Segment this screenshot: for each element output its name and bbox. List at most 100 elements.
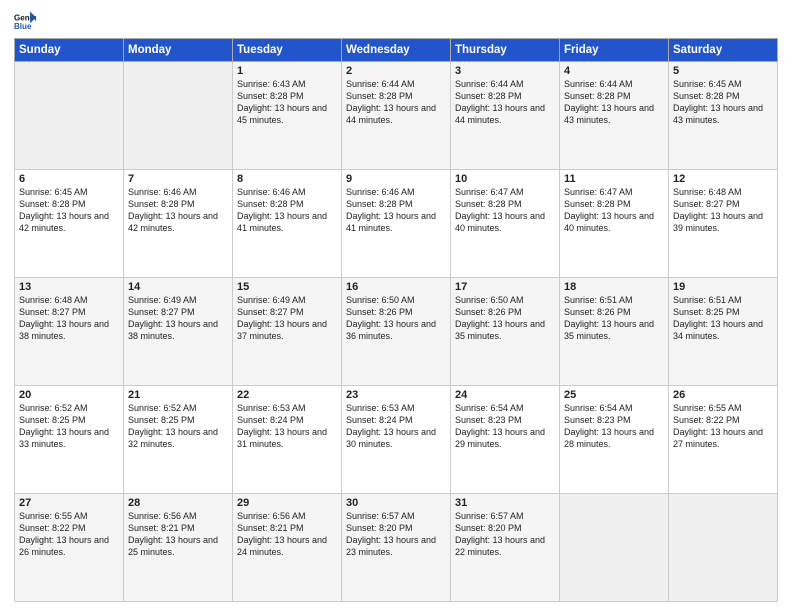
day-number: 4 [564,65,664,77]
calendar-cell: 30Sunrise: 6:57 AMSunset: 8:20 PMDayligh… [342,494,451,602]
day-of-week-header: Sunday [15,39,124,62]
day-number: 13 [19,281,119,293]
day-detail: Sunrise: 6:54 AMSunset: 8:23 PMDaylight:… [455,402,555,451]
calendar-cell: 23Sunrise: 6:53 AMSunset: 8:24 PMDayligh… [342,386,451,494]
day-detail: Sunrise: 6:49 AMSunset: 8:27 PMDaylight:… [237,294,337,343]
calendar-cell: 18Sunrise: 6:51 AMSunset: 8:26 PMDayligh… [560,278,669,386]
calendar-cell: 20Sunrise: 6:52 AMSunset: 8:25 PMDayligh… [15,386,124,494]
calendar-cell: 10Sunrise: 6:47 AMSunset: 8:28 PMDayligh… [451,170,560,278]
calendar-table: SundayMondayTuesdayWednesdayThursdayFrid… [14,38,778,602]
day-number: 17 [455,281,555,293]
calendar-cell: 4Sunrise: 6:44 AMSunset: 8:28 PMDaylight… [560,62,669,170]
day-detail: Sunrise: 6:50 AMSunset: 8:26 PMDaylight:… [346,294,446,343]
day-detail: Sunrise: 6:49 AMSunset: 8:27 PMDaylight:… [128,294,228,343]
day-number: 14 [128,281,228,293]
header: General Blue [14,10,778,32]
day-number: 6 [19,173,119,185]
day-number: 22 [237,389,337,401]
day-of-week-header: Thursday [451,39,560,62]
day-number: 26 [673,389,773,401]
day-detail: Sunrise: 6:43 AMSunset: 8:28 PMDaylight:… [237,78,337,127]
calendar-cell [124,62,233,170]
day-detail: Sunrise: 6:45 AMSunset: 8:28 PMDaylight:… [19,186,119,235]
calendar-cell [669,494,778,602]
day-detail: Sunrise: 6:51 AMSunset: 8:26 PMDaylight:… [564,294,664,343]
day-number: 23 [346,389,446,401]
calendar-cell: 19Sunrise: 6:51 AMSunset: 8:25 PMDayligh… [669,278,778,386]
calendar-cell: 17Sunrise: 6:50 AMSunset: 8:26 PMDayligh… [451,278,560,386]
calendar-cell: 3Sunrise: 6:44 AMSunset: 8:28 PMDaylight… [451,62,560,170]
calendar-cell: 21Sunrise: 6:52 AMSunset: 8:25 PMDayligh… [124,386,233,494]
day-detail: Sunrise: 6:52 AMSunset: 8:25 PMDaylight:… [128,402,228,451]
day-detail: Sunrise: 6:45 AMSunset: 8:28 PMDaylight:… [673,78,773,127]
logo: General Blue [14,10,36,32]
calendar-week-row: 13Sunrise: 6:48 AMSunset: 8:27 PMDayligh… [15,278,778,386]
day-detail: Sunrise: 6:57 AMSunset: 8:20 PMDaylight:… [346,510,446,559]
day-of-week-header: Tuesday [233,39,342,62]
day-number: 19 [673,281,773,293]
calendar-cell: 24Sunrise: 6:54 AMSunset: 8:23 PMDayligh… [451,386,560,494]
day-number: 5 [673,65,773,77]
day-of-week-header: Monday [124,39,233,62]
calendar-week-row: 1Sunrise: 6:43 AMSunset: 8:28 PMDaylight… [15,62,778,170]
calendar-cell: 25Sunrise: 6:54 AMSunset: 8:23 PMDayligh… [560,386,669,494]
calendar-cell: 14Sunrise: 6:49 AMSunset: 8:27 PMDayligh… [124,278,233,386]
calendar-cell: 2Sunrise: 6:44 AMSunset: 8:28 PMDaylight… [342,62,451,170]
calendar-cell: 1Sunrise: 6:43 AMSunset: 8:28 PMDaylight… [233,62,342,170]
day-detail: Sunrise: 6:46 AMSunset: 8:28 PMDaylight:… [237,186,337,235]
day-number: 25 [564,389,664,401]
day-of-week-header: Wednesday [342,39,451,62]
calendar-cell: 5Sunrise: 6:45 AMSunset: 8:28 PMDaylight… [669,62,778,170]
day-detail: Sunrise: 6:44 AMSunset: 8:28 PMDaylight:… [564,78,664,127]
day-detail: Sunrise: 6:55 AMSunset: 8:22 PMDaylight:… [673,402,773,451]
day-number: 12 [673,173,773,185]
calendar-cell: 29Sunrise: 6:56 AMSunset: 8:21 PMDayligh… [233,494,342,602]
day-number: 15 [237,281,337,293]
calendar-week-row: 6Sunrise: 6:45 AMSunset: 8:28 PMDaylight… [15,170,778,278]
day-number: 18 [564,281,664,293]
calendar-header-row: SundayMondayTuesdayWednesdayThursdayFrid… [15,39,778,62]
calendar-cell: 26Sunrise: 6:55 AMSunset: 8:22 PMDayligh… [669,386,778,494]
day-number: 20 [19,389,119,401]
day-detail: Sunrise: 6:47 AMSunset: 8:28 PMDaylight:… [564,186,664,235]
day-detail: Sunrise: 6:56 AMSunset: 8:21 PMDaylight:… [237,510,337,559]
day-number: 8 [237,173,337,185]
day-detail: Sunrise: 6:47 AMSunset: 8:28 PMDaylight:… [455,186,555,235]
day-number: 11 [564,173,664,185]
calendar-cell: 8Sunrise: 6:46 AMSunset: 8:28 PMDaylight… [233,170,342,278]
calendar-cell: 27Sunrise: 6:55 AMSunset: 8:22 PMDayligh… [15,494,124,602]
day-number: 16 [346,281,446,293]
day-number: 2 [346,65,446,77]
day-number: 28 [128,497,228,509]
calendar-cell: 7Sunrise: 6:46 AMSunset: 8:28 PMDaylight… [124,170,233,278]
day-number: 3 [455,65,555,77]
day-detail: Sunrise: 6:53 AMSunset: 8:24 PMDaylight:… [346,402,446,451]
calendar-cell: 31Sunrise: 6:57 AMSunset: 8:20 PMDayligh… [451,494,560,602]
day-number: 29 [237,497,337,509]
day-number: 7 [128,173,228,185]
day-number: 31 [455,497,555,509]
page: General Blue SundayMondayTuesdayWednesda… [0,0,792,612]
calendar-cell: 9Sunrise: 6:46 AMSunset: 8:28 PMDaylight… [342,170,451,278]
day-of-week-header: Friday [560,39,669,62]
calendar-cell [15,62,124,170]
svg-text:Blue: Blue [14,22,32,31]
day-number: 27 [19,497,119,509]
day-detail: Sunrise: 6:52 AMSunset: 8:25 PMDaylight:… [19,402,119,451]
day-number: 9 [346,173,446,185]
day-detail: Sunrise: 6:54 AMSunset: 8:23 PMDaylight:… [564,402,664,451]
logo-icon: General Blue [14,10,36,32]
calendar-cell: 16Sunrise: 6:50 AMSunset: 8:26 PMDayligh… [342,278,451,386]
calendar-cell: 13Sunrise: 6:48 AMSunset: 8:27 PMDayligh… [15,278,124,386]
calendar-cell: 12Sunrise: 6:48 AMSunset: 8:27 PMDayligh… [669,170,778,278]
day-detail: Sunrise: 6:51 AMSunset: 8:25 PMDaylight:… [673,294,773,343]
day-detail: Sunrise: 6:48 AMSunset: 8:27 PMDaylight:… [19,294,119,343]
day-number: 24 [455,389,555,401]
calendar-cell: 6Sunrise: 6:45 AMSunset: 8:28 PMDaylight… [15,170,124,278]
day-number: 1 [237,65,337,77]
calendar-week-row: 27Sunrise: 6:55 AMSunset: 8:22 PMDayligh… [15,494,778,602]
calendar-week-row: 20Sunrise: 6:52 AMSunset: 8:25 PMDayligh… [15,386,778,494]
calendar-cell [560,494,669,602]
day-number: 10 [455,173,555,185]
day-detail: Sunrise: 6:44 AMSunset: 8:28 PMDaylight:… [455,78,555,127]
